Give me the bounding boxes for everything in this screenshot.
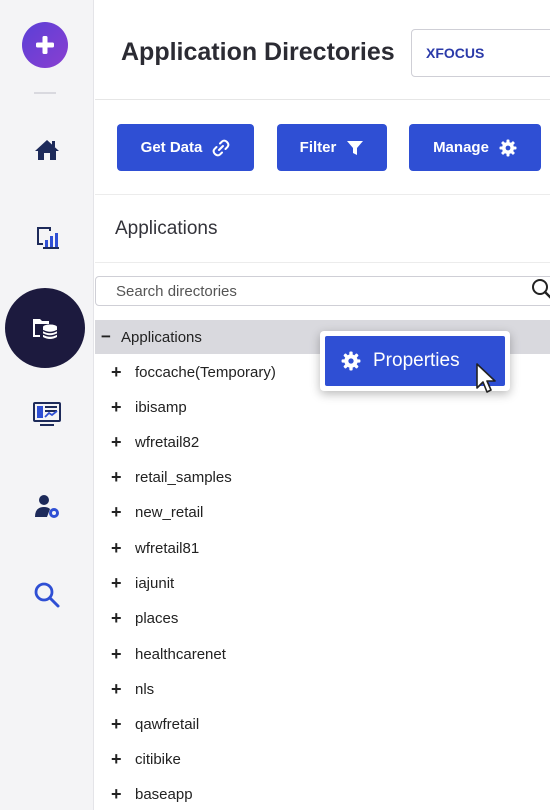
- expand-icon[interactable]: +: [111, 362, 129, 383]
- manage-button[interactable]: Manage: [409, 124, 541, 171]
- tree-item[interactable]: + healthcarenet: [111, 639, 226, 669]
- toolbar: Get Data Filter Manage: [95, 100, 550, 195]
- section-title: Applications: [115, 218, 218, 239]
- expand-icon[interactable]: +: [111, 608, 129, 629]
- get-data-label: Get Data: [140, 139, 203, 156]
- filter-button[interactable]: Filter: [277, 124, 387, 171]
- rail-item-users[interactable]: [0, 490, 94, 524]
- report-chart-icon: [37, 227, 59, 249]
- expand-icon[interactable]: +: [111, 538, 129, 559]
- funnel-icon: [347, 140, 364, 155]
- rail-item-search[interactable]: [0, 578, 94, 612]
- tree-item[interactable]: + wfretail81: [111, 533, 199, 563]
- page-header: Application Directories XFOCUS: [95, 0, 550, 100]
- search-directories-input[interactable]: Search directories: [95, 276, 550, 306]
- expand-icon[interactable]: +: [111, 467, 129, 488]
- user-gear-icon: [35, 495, 59, 518]
- server-select[interactable]: XFOCUS: [411, 29, 550, 77]
- expand-icon[interactable]: +: [111, 644, 129, 665]
- expand-icon[interactable]: +: [111, 784, 129, 805]
- gear-icon: [341, 351, 361, 371]
- tree-item[interactable]: + qawfretail: [111, 709, 199, 739]
- expand-icon[interactable]: +: [111, 397, 129, 418]
- plus-icon: [36, 36, 54, 54]
- properties-label: Properties: [373, 350, 460, 371]
- expand-icon[interactable]: +: [111, 432, 129, 453]
- rail-item-reports[interactable]: [0, 220, 94, 254]
- search-icon[interactable]: [531, 278, 550, 300]
- tree-item[interactable]: + iajunit: [111, 568, 174, 598]
- divider: [95, 262, 550, 263]
- page-title: Application Directories: [121, 38, 395, 66]
- filter-label: Filter: [299, 139, 337, 156]
- tree-item[interactable]: + new_retail: [111, 497, 203, 527]
- monitor-dashboard-icon: [33, 402, 61, 426]
- tree-item[interactable]: + retail_samples: [111, 462, 232, 492]
- database-folder-icon: [33, 319, 58, 339]
- tree-item[interactable]: + baseapp: [111, 779, 193, 809]
- tree-item[interactable]: + nls: [111, 674, 154, 704]
- link-icon: [212, 139, 230, 156]
- tree-item[interactable]: + places: [111, 603, 178, 633]
- tree-root-label: Applications: [121, 328, 202, 346]
- rail-item-monitor[interactable]: [0, 398, 94, 432]
- rail-item-directories[interactable]: [5, 288, 85, 368]
- expand-icon[interactable]: +: [111, 679, 129, 700]
- rail-item-home[interactable]: [0, 133, 94, 167]
- get-data-button[interactable]: Get Data: [117, 124, 254, 171]
- mouse-pointer-icon: [476, 363, 496, 393]
- tree-item[interactable]: + wfretail82: [111, 427, 199, 457]
- gear-icon: [499, 139, 517, 156]
- search-icon: [34, 582, 60, 608]
- rail-separator: [34, 92, 56, 94]
- collapse-icon[interactable]: −: [101, 327, 115, 347]
- tree-item[interactable]: + citibike: [111, 744, 181, 774]
- manage-label: Manage: [433, 139, 489, 156]
- tree-item[interactable]: + ibisamp: [111, 392, 187, 422]
- home-icon: [35, 140, 59, 160]
- main-panel: Application Directories XFOCUS Get Data …: [95, 0, 550, 810]
- left-nav-rail: [0, 0, 94, 810]
- add-button[interactable]: [22, 22, 68, 68]
- tree-item[interactable]: + foccache(Temporary): [111, 357, 276, 387]
- expand-icon[interactable]: +: [111, 502, 129, 523]
- expand-icon[interactable]: +: [111, 573, 129, 594]
- expand-icon[interactable]: +: [111, 749, 129, 770]
- expand-icon[interactable]: +: [111, 714, 129, 735]
